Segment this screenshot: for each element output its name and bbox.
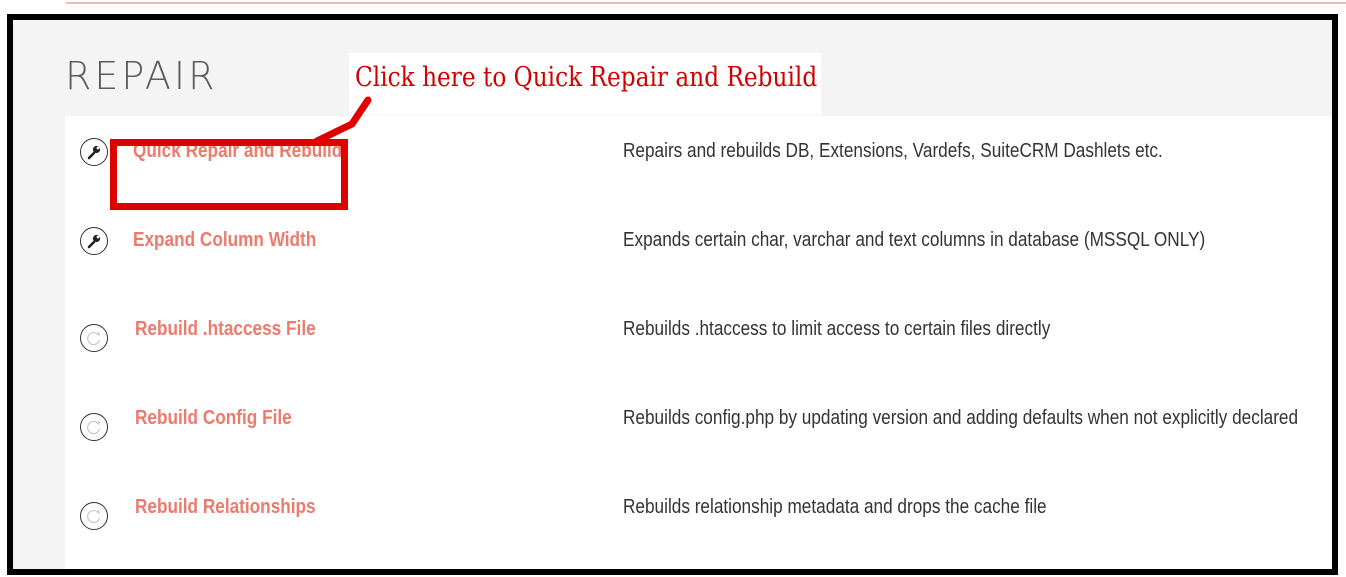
rebuild-config-description: Rebuilds config.php by updating version … (623, 407, 1299, 429)
expand-column-link[interactable]: Expand Column Width (133, 229, 316, 252)
expand-column-description: Expands certain char, varchar and text c… (623, 229, 1206, 251)
panel-title: REPAIR (65, 54, 218, 98)
repair-panel: REPAIR Click here to Quick Repair and Re… (7, 14, 1338, 575)
rebuild-config-link[interactable]: Rebuild Config File (135, 407, 292, 430)
repair-item-rebuild-htaccess: Rebuild .htaccess File Rebuilds .htacces… (65, 294, 1332, 383)
annotation-text: Click here to Quick Repair and Rebuild (355, 62, 818, 93)
refresh-icon (80, 413, 108, 441)
rebuild-htaccess-link[interactable]: Rebuild .htaccess File (135, 318, 316, 341)
rebuild-relationships-link[interactable]: Rebuild Relationships (135, 496, 316, 519)
quick-repair-description: Repairs and rebuilds DB, Extensions, Var… (623, 140, 1163, 162)
refresh-icon (80, 324, 108, 352)
wrench-icon (80, 227, 108, 255)
wrench-icon (80, 138, 108, 166)
rebuild-relationships-description: Rebuilds relationship metadata and drops… (623, 496, 1047, 518)
repair-item-rebuild-relationships: Rebuild Relationships Rebuilds relations… (65, 472, 1332, 561)
repair-item-expand-column: Expand Column Width Expands certain char… (65, 205, 1332, 294)
repair-item-rebuild-config: Rebuild Config File Rebuilds config.php … (65, 383, 1332, 472)
annotation-highlight-box (110, 139, 348, 210)
top-divider-line (66, 2, 1346, 4)
rebuild-htaccess-description: Rebuilds .htaccess to limit access to ce… (623, 318, 1051, 340)
annotation-callout: Click here to Quick Repair and Rebuild (349, 53, 821, 115)
refresh-icon (80, 502, 108, 530)
